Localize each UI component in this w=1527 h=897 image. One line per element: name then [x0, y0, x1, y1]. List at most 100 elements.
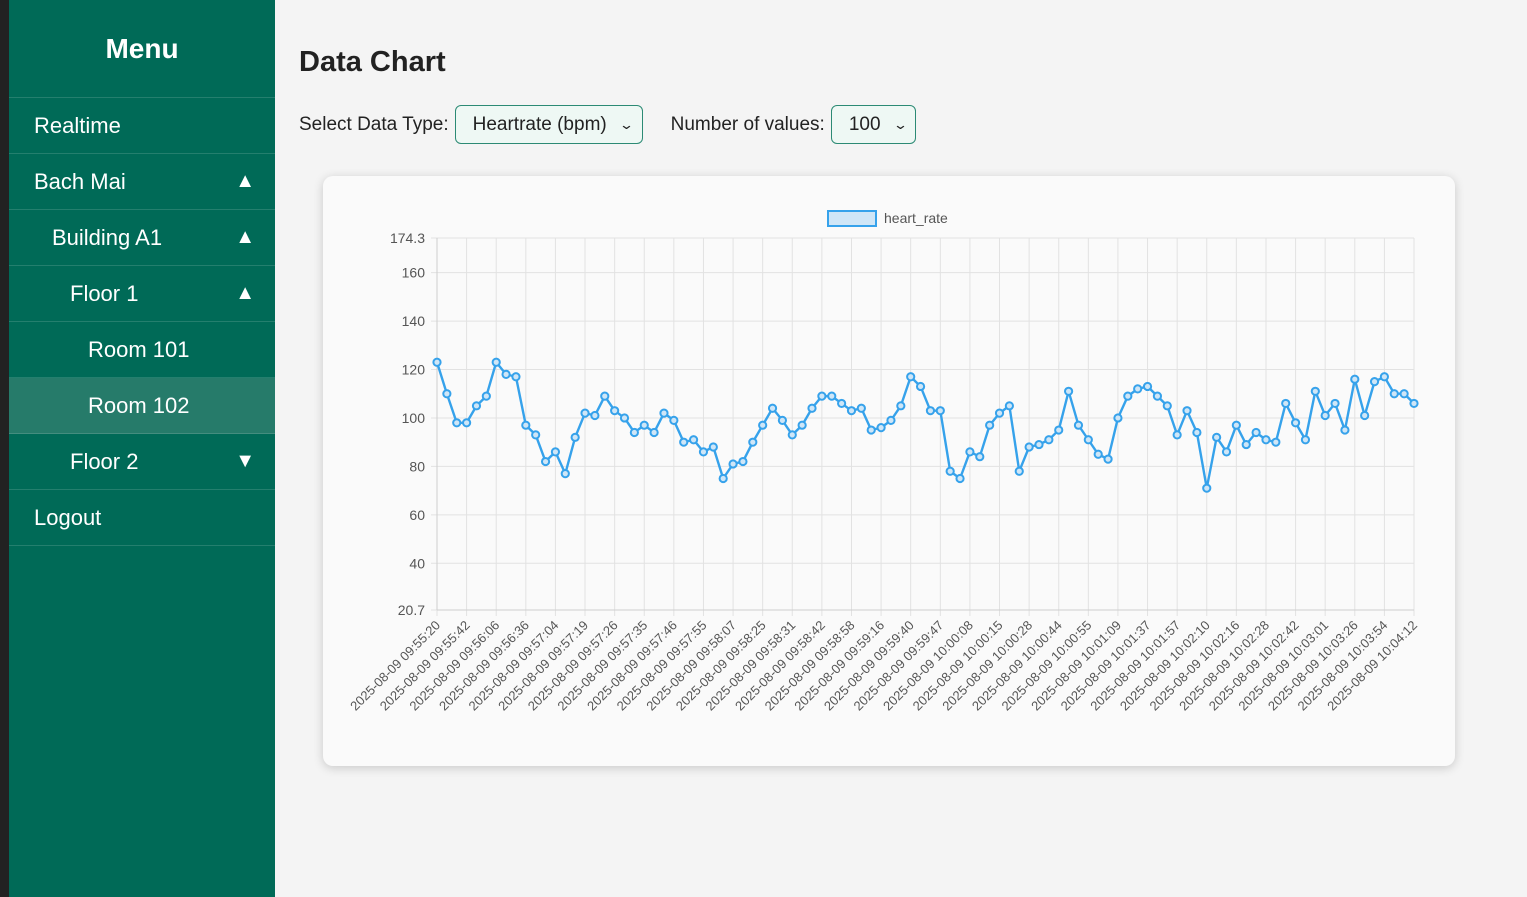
data-point	[580, 408, 590, 418]
data-point	[1231, 420, 1241, 430]
data-point	[1034, 439, 1044, 450]
sidebar-item-realtime[interactable]: Realtime	[9, 98, 275, 154]
data-point	[659, 408, 669, 418]
data-point	[1212, 432, 1222, 442]
data-point	[797, 420, 807, 430]
data-point	[1172, 430, 1182, 440]
sidebar-item-label: Realtime	[34, 112, 121, 138]
data-point	[1300, 435, 1311, 445]
data-point	[1241, 439, 1251, 450]
data-point	[560, 469, 570, 479]
data-point	[679, 437, 689, 447]
sidebar-item-label: Room 101	[88, 336, 190, 362]
sidebar-item-floor-2[interactable]: Floor 2 ▼	[9, 434, 275, 490]
data-point	[1379, 372, 1389, 382]
triangle-up-icon[interactable]: ▲	[235, 282, 255, 305]
y-tick-label: 80	[409, 458, 425, 474]
sidebar-nav: Realtime Bach Mai ▲ Building A1 ▲ Floor 1 ▲ Roo…	[9, 98, 275, 546]
data-point	[1044, 435, 1054, 445]
data-point	[1290, 418, 1301, 428]
y-tick-label: 60	[409, 507, 425, 523]
triangle-up-icon[interactable]: ▲	[235, 226, 255, 249]
data-point	[481, 391, 491, 401]
sidebar-item-building-a1[interactable]: Building A1 ▲	[9, 210, 275, 266]
data-point	[669, 415, 679, 425]
data-point	[955, 473, 965, 484]
data-point	[965, 447, 975, 457]
count-label: Number of values:	[670, 113, 825, 135]
data-point	[758, 420, 768, 430]
data-point	[1221, 447, 1232, 457]
data-point	[975, 452, 985, 462]
data-type-label: Select Data Type:	[299, 113, 449, 135]
data-point	[501, 369, 511, 379]
data-point	[1251, 427, 1261, 438]
data-point	[1004, 401, 1014, 411]
data-point	[807, 403, 817, 413]
data-point	[462, 418, 472, 428]
data-point	[471, 401, 482, 411]
data-point	[1310, 386, 1320, 396]
legend-swatch	[827, 210, 877, 227]
data-point	[866, 425, 876, 435]
page-title: Data Chart	[299, 46, 446, 78]
chevron-down-icon: ⌄	[618, 116, 634, 132]
data-point	[550, 447, 561, 457]
data-point	[570, 432, 580, 442]
data-point	[1113, 413, 1123, 423]
data-point	[688, 435, 699, 445]
count-value: 100	[848, 113, 881, 135]
data-point	[748, 437, 758, 447]
chart-controls: Select Data Type: Heartrate (bpm) ⌄ Numb…	[299, 105, 917, 144]
count-select[interactable]: 100 ⌄	[830, 105, 917, 144]
data-point	[610, 406, 620, 416]
y-tick-label: 40	[409, 555, 425, 571]
data-point	[876, 423, 886, 433]
data-point	[1152, 391, 1163, 401]
data-point	[1093, 449, 1103, 459]
data-point	[1182, 406, 1192, 416]
data-point	[915, 381, 926, 392]
sidebar-item-room-101[interactable]: Room 101	[9, 322, 275, 378]
sidebar-item-bach-mai[interactable]: Bach Mai ▲	[9, 154, 275, 210]
data-point	[511, 372, 521, 382]
series-line-heart-rate	[435, 361, 1415, 490]
sidebar-item-label: Room 102	[88, 392, 190, 418]
data-point	[698, 447, 709, 457]
main-content: Data Chart Select Data Type: Heartrate (…	[275, 0, 1527, 897]
y-tick-label: 160	[402, 265, 426, 281]
triangle-up-icon[interactable]: ▲	[235, 170, 255, 193]
data-point	[708, 442, 718, 452]
data-point	[1261, 435, 1271, 445]
data-point	[1014, 466, 1024, 476]
menu-title: Menu	[9, 0, 275, 98]
data-point	[906, 372, 916, 382]
data-point	[1024, 442, 1034, 452]
triangle-down-icon[interactable]: ▼	[235, 450, 255, 473]
data-point	[945, 466, 955, 476]
sidebar-item-label: Logout	[34, 504, 102, 530]
data-point	[896, 401, 906, 411]
data-point	[1054, 425, 1064, 435]
data-point	[1083, 435, 1093, 445]
sidebar: Menu Realtime Bach Mai ▲ Building A1 ▲ Floor …	[9, 0, 275, 897]
data-point	[846, 406, 857, 416]
data-point	[600, 391, 610, 401]
sidebar-item-floor-1[interactable]: Floor 1 ▲	[9, 266, 275, 322]
data-point	[639, 420, 649, 430]
sidebar-item-room-102[interactable]: Room 102	[9, 378, 275, 434]
data-point	[787, 430, 797, 440]
data-point	[629, 427, 639, 438]
data-type-select[interactable]: Heartrate (bpm) ⌄	[454, 105, 643, 144]
data-point	[432, 357, 442, 367]
data-point	[1073, 420, 1084, 430]
data-point	[1340, 425, 1350, 435]
data-point	[738, 456, 748, 467]
data-point	[1133, 384, 1143, 394]
data-point	[886, 415, 896, 425]
data-point	[728, 459, 738, 469]
y-tick-label: 20.7	[398, 602, 425, 618]
data-point	[935, 406, 945, 416]
sidebar-item-logout[interactable]: Logout	[9, 490, 275, 546]
data-point	[1202, 483, 1212, 493]
